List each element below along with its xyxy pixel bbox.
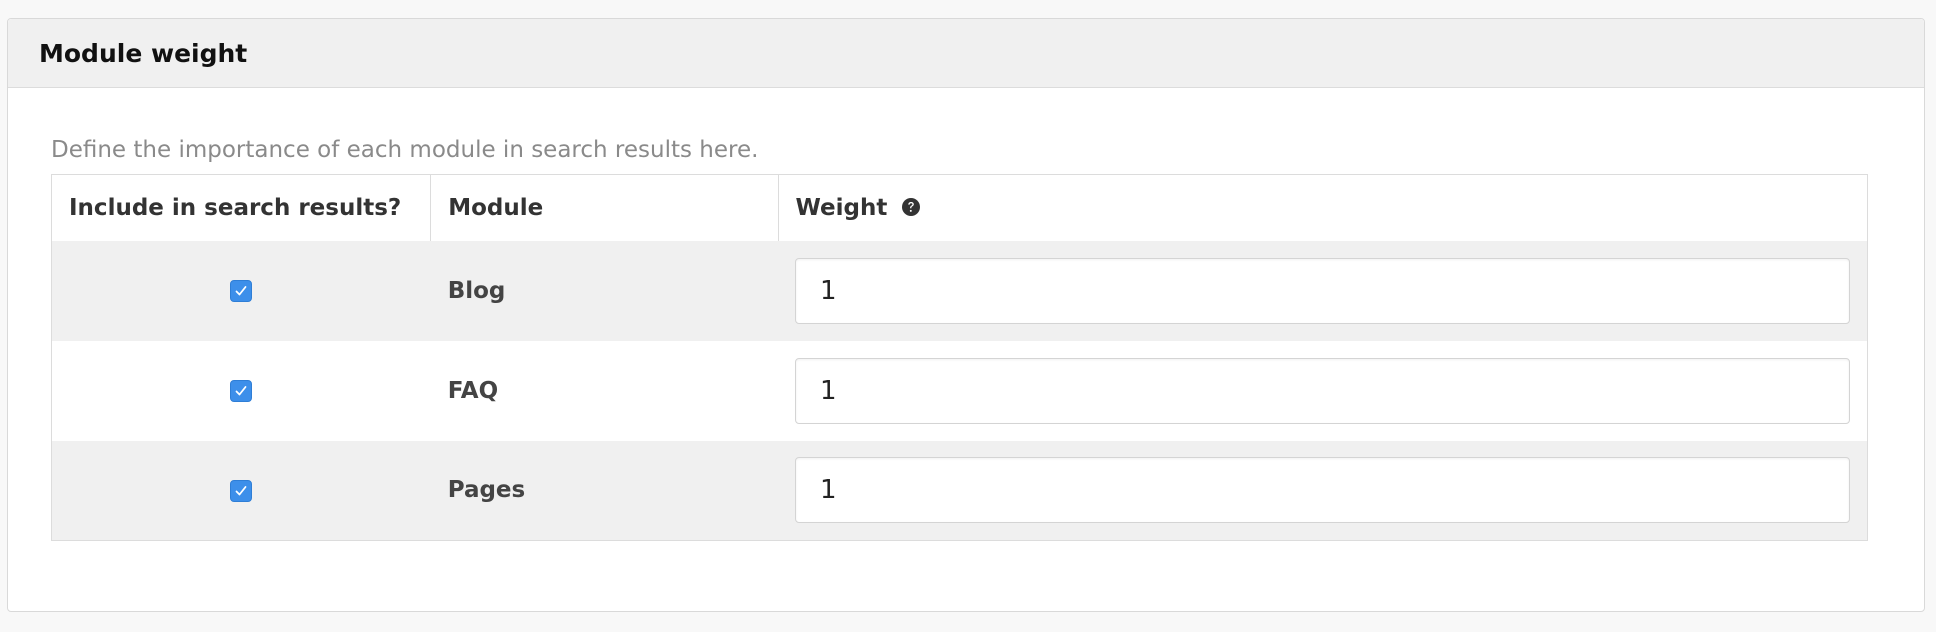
include-cell	[51, 340, 431, 441]
include-checkbox-faq[interactable]	[230, 380, 253, 402]
weight-input-pages[interactable]	[795, 457, 1850, 524]
checkmark-icon	[235, 286, 247, 296]
include-cell	[51, 240, 431, 341]
weight-cell	[778, 440, 1868, 541]
module-name: Pages	[430, 440, 778, 541]
question-circle-icon[interactable]	[901, 197, 921, 217]
header-module: Module	[430, 174, 779, 241]
checkmark-icon	[235, 386, 247, 396]
include-checkbox-pages[interactable]	[230, 479, 253, 502]
header-include: Include in search results?	[51, 174, 432, 241]
table-row-blog: Blog	[51, 240, 1868, 341]
table-row-pages: Pages	[51, 440, 1868, 541]
panel-title: Module weight	[39, 38, 248, 68]
header-weight-label: Weight	[795, 194, 888, 221]
weight-cell	[778, 340, 1868, 441]
table-row-faq: FAQ	[51, 340, 1868, 441]
table-header-row: Include in search results? Module Weight	[51, 174, 1868, 241]
include-cell	[51, 440, 431, 541]
checkmark-icon	[235, 485, 247, 496]
weight-cell	[778, 240, 1868, 341]
panel-description: Define the importance of each module in …	[51, 137, 759, 163]
header-weight: Weight	[778, 174, 1868, 241]
weight-input-blog[interactable]	[795, 257, 1850, 324]
module-weight-table: Include in search results? Module Weight	[51, 174, 1868, 541]
module-name: FAQ	[430, 340, 778, 441]
module-name: Blog	[430, 240, 778, 341]
panel-heading: Module weight	[8, 19, 1924, 88]
include-checkbox-blog[interactable]	[230, 280, 253, 302]
weight-input-faq[interactable]	[795, 357, 1850, 424]
